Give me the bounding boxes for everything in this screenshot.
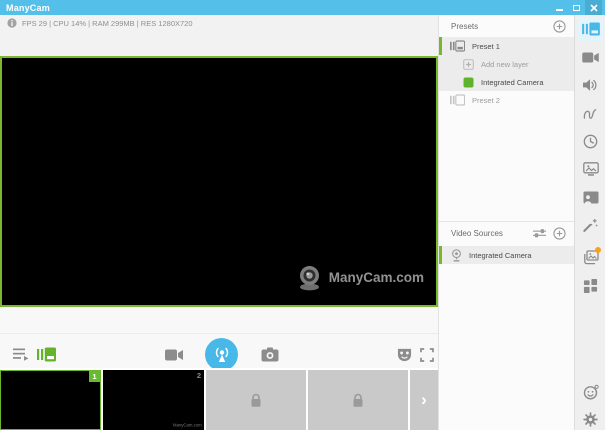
fullscreen-icon	[420, 348, 434, 362]
playlist-button[interactable]	[11, 345, 30, 364]
camera-layer-icon	[463, 77, 474, 88]
lock-icon	[352, 393, 364, 408]
gear-icon	[583, 412, 598, 427]
maximize-icon	[573, 5, 580, 11]
watermark: ManyCam.com	[296, 264, 424, 291]
close-button[interactable]	[585, 0, 602, 15]
presets-title: Presets	[439, 22, 478, 31]
preset-item-2[interactable]: Preset 2	[439, 91, 574, 109]
plus-circle-icon	[553, 20, 566, 33]
layer-label: Integrated Camera	[481, 78, 544, 87]
clock-icon	[583, 134, 598, 149]
preset-icon	[450, 40, 465, 52]
snapshot-button[interactable]	[260, 345, 279, 364]
status-bar: FPS 29 | CPU 14% | RAM 299MB | RES 1280X…	[0, 15, 438, 31]
preset-thumbnail-1[interactable]: 1	[0, 370, 101, 430]
preset-label: Preset 2	[472, 96, 500, 105]
sidebar-layouts-button[interactable]	[578, 273, 603, 297]
manycam-logo-icon	[296, 264, 323, 291]
window-title: ManyCam	[0, 3, 50, 13]
webcam-icon	[451, 249, 462, 262]
sidebar-media-button[interactable]	[578, 157, 603, 181]
sidebar-draw-button[interactable]	[578, 101, 603, 125]
preset-1-badge: 1	[89, 371, 100, 382]
minimize-button[interactable]	[551, 0, 568, 15]
preset-thumbnail-2[interactable]: 2 ManyCam.com	[103, 370, 204, 430]
broadcast-button[interactable]	[205, 338, 238, 371]
account-smiley-icon	[583, 384, 599, 400]
add-layer-label: Add new layer	[481, 60, 529, 69]
sidebar-presets-button[interactable]	[578, 17, 603, 41]
broadcast-icon	[212, 346, 232, 363]
preset-2-number: 2	[197, 371, 201, 380]
media-screen-icon	[583, 162, 599, 176]
video-sources-header: Video Sources	[439, 222, 574, 244]
window-controls	[551, 0, 602, 15]
video-sources-title: Video Sources	[439, 229, 503, 238]
chevron-right-icon: ›	[421, 391, 427, 408]
presets-toggle-button[interactable]	[37, 345, 56, 364]
preset-icon	[450, 94, 465, 106]
add-new-layer-item[interactable]: Add new layer	[439, 55, 574, 73]
video-camera-icon	[165, 349, 183, 361]
photo-camera-icon	[261, 347, 279, 362]
video-source-label: Integrated Camera	[469, 251, 532, 260]
add-source-button[interactable]	[553, 227, 566, 240]
fullscreen-button[interactable]	[417, 345, 436, 364]
layer-item-camera[interactable]: Integrated Camera	[439, 73, 574, 91]
screencast-icon	[583, 191, 599, 204]
thumbnails-more-button[interactable]: ›	[410, 370, 438, 430]
sidebar-settings-button[interactable]	[578, 407, 603, 430]
sidebar-effects-button[interactable]	[578, 213, 603, 237]
watermark-text: ManyCam.com	[329, 270, 424, 285]
sidebar-effects-store-button[interactable]	[578, 245, 603, 269]
minimize-icon	[556, 9, 563, 11]
video-source-item[interactable]: Integrated Camera	[439, 246, 574, 264]
thumbnail-watermark: ManyCam.com	[173, 423, 202, 428]
sidebar-video-button[interactable]	[578, 45, 603, 69]
bottom-toolbar	[0, 307, 438, 370]
preset-item-1[interactable]: Preset 1	[439, 37, 574, 55]
lock-icon	[250, 393, 262, 408]
playlist-icon	[13, 348, 29, 361]
speaker-icon	[583, 78, 598, 92]
mask-icon	[397, 348, 412, 362]
right-sidebar	[574, 15, 605, 430]
sliders-icon	[533, 228, 546, 238]
titlebar[interactable]: ManyCam	[0, 0, 605, 15]
presets-panel-icon	[582, 22, 600, 36]
sidebar-time-button[interactable]	[578, 129, 603, 153]
notification-badge	[595, 247, 601, 253]
magic-wand-icon	[583, 218, 598, 233]
status-text: FPS 29 | CPU 14% | RAM 299MB | RES 1280X…	[22, 19, 193, 28]
maximize-button[interactable]	[568, 0, 585, 15]
video-preview[interactable]: ManyCam.com	[0, 56, 438, 307]
active-indicator	[439, 246, 442, 264]
add-preset-button[interactable]	[553, 20, 566, 33]
preset-slot-locked-3[interactable]	[206, 370, 306, 430]
plus-circle-icon	[553, 227, 566, 240]
preset-thumbnails: 1 2 ManyCam.com ›	[0, 368, 438, 430]
info-icon[interactable]	[7, 18, 17, 28]
presets-green-icon	[37, 347, 56, 362]
sidebar-account-button[interactable]	[578, 380, 603, 404]
draw-squiggle-icon	[583, 107, 598, 120]
grid-icon	[583, 278, 598, 293]
manycam-window: ManyCam FPS 29 | CPU 14% | RAM 299MB | R…	[0, 0, 605, 430]
active-indicator	[439, 37, 442, 55]
sources-filter-button[interactable]	[533, 228, 546, 238]
close-icon	[590, 4, 598, 12]
sidebar-audio-button[interactable]	[578, 73, 603, 97]
add-layer-icon	[463, 59, 474, 70]
sidebar-screencast-button[interactable]	[578, 185, 603, 209]
video-camera-icon	[582, 52, 599, 63]
preset-label: Preset 1	[472, 42, 500, 51]
preset-slot-locked-4[interactable]	[308, 370, 408, 430]
right-panel: Presets Preset 1	[438, 15, 574, 430]
toolbar-divider	[0, 333, 438, 334]
mask-effects-button[interactable]	[395, 345, 414, 364]
presets-header: Presets	[439, 15, 574, 37]
video-camera-button[interactable]	[164, 345, 183, 364]
